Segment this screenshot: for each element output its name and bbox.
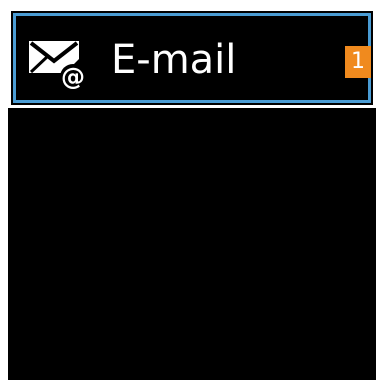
app-list-screen: @ E-mail 1 <box>8 8 376 380</box>
svg-text:@: @ <box>61 63 85 89</box>
unread-count-badge: 1 <box>345 46 371 78</box>
email-at-icon: @ <box>29 41 86 89</box>
app-item-email[interactable]: @ E-mail 1 <box>8 8 376 108</box>
app-item-label: E-mail <box>111 37 237 83</box>
